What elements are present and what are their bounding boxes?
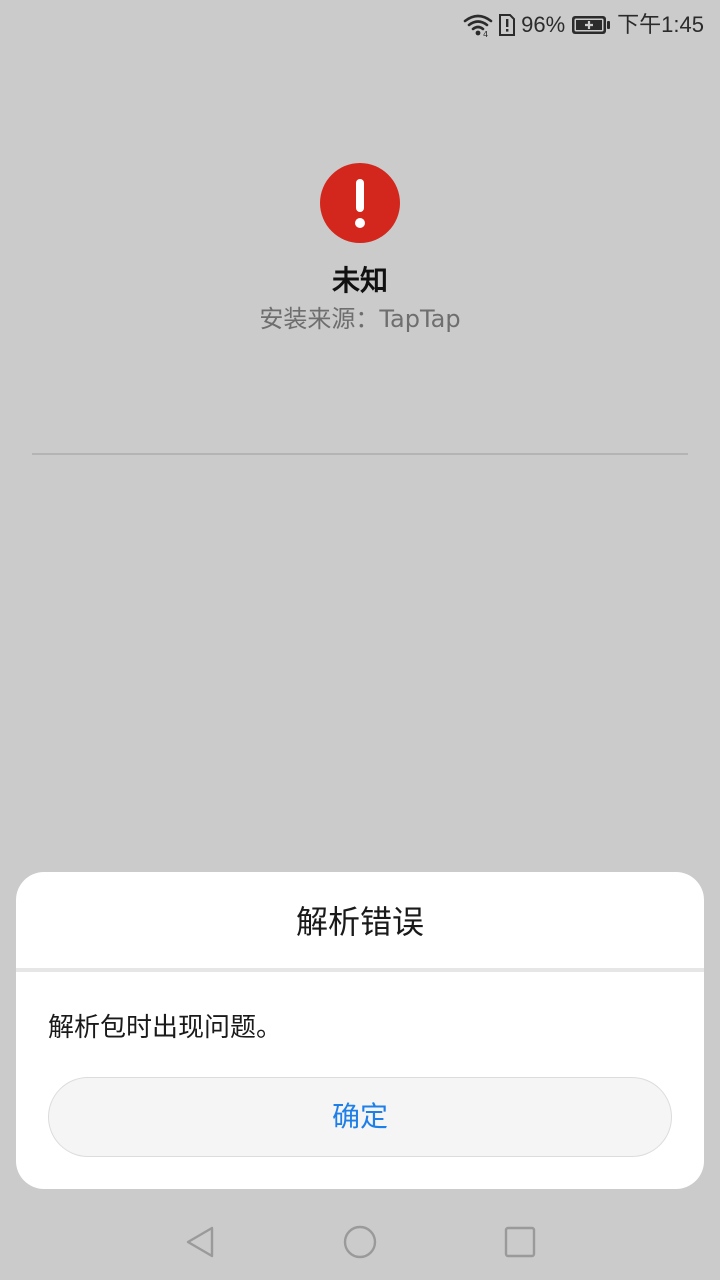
confirm-button[interactable]: 确定 <box>48 1077 672 1157</box>
back-triangle-icon[interactable] <box>182 1224 218 1260</box>
exclamation-icon <box>320 163 400 243</box>
exclamation-bar <box>356 179 364 212</box>
dialog-title: 解析错误 <box>295 903 424 941</box>
parse-error-dialog: 解析错误 解析包时出现问题。 确定 <box>16 872 704 1189</box>
home-circle-icon[interactable] <box>342 1224 378 1260</box>
battery-percent: 96% <box>521 12 566 37</box>
dialog-divider <box>16 968 704 972</box>
install-source: 安装来源：TapTap <box>259 305 461 333</box>
navigation-bar <box>0 1196 720 1280</box>
wifi-icon: 4 <box>463 13 493 37</box>
battery-charging-icon <box>571 15 611 35</box>
exclamation-dot <box>355 218 365 228</box>
app-info: 未知 安装来源：TapTap <box>0 163 720 335</box>
svg-text:4: 4 <box>483 30 488 37</box>
dialog-message: 解析包时出现问题。 <box>48 1013 283 1043</box>
clock: 下午1:45 <box>617 12 704 37</box>
recents-square-icon[interactable] <box>502 1224 538 1260</box>
divider <box>32 453 688 455</box>
status-icons: 4 96% 下午1:45 <box>463 10 704 40</box>
status-bar: 4 96% 下午1:45 <box>0 0 720 50</box>
sim-alert-icon <box>499 14 516 36</box>
app-name: 未知 <box>331 264 388 297</box>
